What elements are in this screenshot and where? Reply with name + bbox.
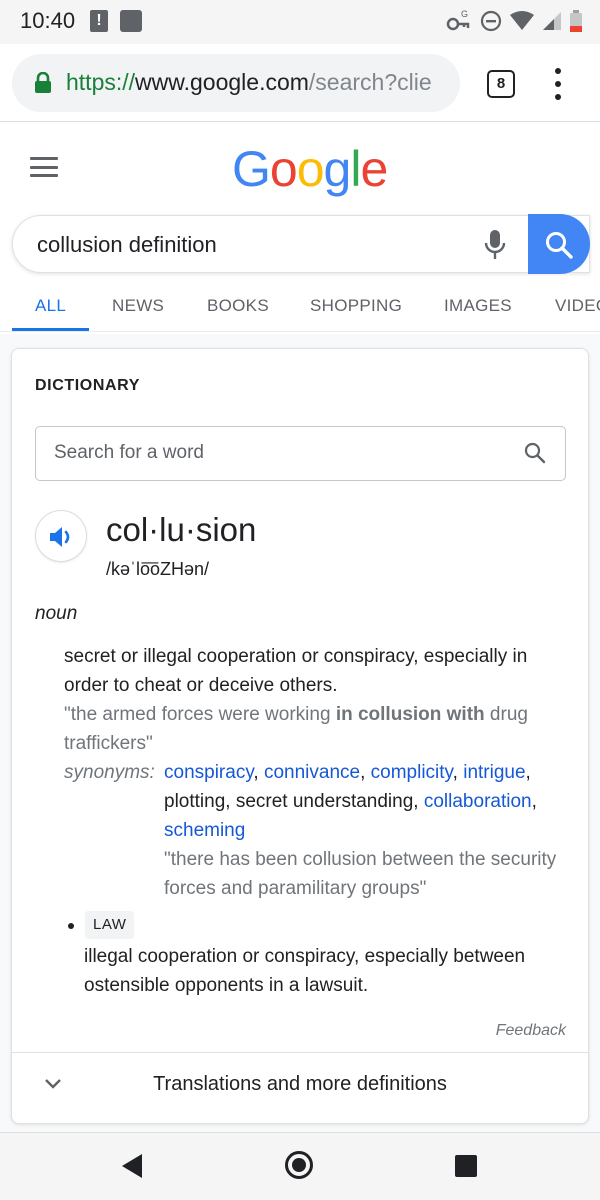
bullet — [68, 923, 74, 929]
logo-letter: l — [350, 141, 361, 197]
vpn-key-icon: G — [446, 9, 470, 31]
definition-text: secret or illegal cooperation or conspir… — [64, 646, 528, 696]
synonym[interactable]: collaboration — [424, 791, 532, 812]
svg-text:G: G — [461, 9, 468, 19]
tab-switcher-button[interactable]: 8 — [487, 70, 515, 98]
search-icon — [546, 232, 573, 259]
synonym[interactable]: complicity — [371, 762, 453, 783]
recent-apps-icon[interactable] — [455, 1155, 477, 1177]
dictionary-card: DICTIONARY Search for a word col·lu·sion… — [11, 348, 589, 1124]
phonetic-spelling: /kəˈlo͞oZHən/ — [106, 559, 210, 579]
status-icons: G — [446, 8, 582, 34]
logo-letter: o — [296, 141, 325, 197]
synonym[interactable]: conspiracy — [164, 762, 253, 783]
alert-notification-icon: ! — [90, 10, 108, 32]
status-bar: 10:40 ! G — [0, 0, 600, 44]
system-navigation-bar — [0, 1132, 600, 1200]
divider — [12, 1052, 588, 1053]
wifi-icon — [510, 11, 534, 30]
dot-icon — [555, 94, 561, 100]
logo-letter: o — [269, 141, 298, 197]
search-tabs: ALL NEWS BOOKS SHOPPING IMAGES VIDEO — [0, 290, 600, 332]
definition-text: illegal cooperation or conspiracy, espec… — [84, 946, 526, 996]
search-icon[interactable] — [523, 441, 547, 465]
browser-toolbar: https://www.google.com/search?clie 8 — [0, 44, 600, 122]
synonym[interactable]: intrigue — [463, 762, 525, 783]
back-icon[interactable] — [120, 1153, 144, 1179]
synonyms-label: synonyms: — [64, 762, 155, 783]
pronunciation-button[interactable] — [35, 510, 87, 562]
tab-news[interactable]: NEWS — [112, 296, 164, 316]
synonym: secret understanding — [235, 791, 414, 812]
synonym: plotting — [164, 791, 226, 812]
tab-all[interactable]: ALL — [35, 296, 66, 316]
synonym-usage-example: "there has been collusion between the se… — [164, 849, 557, 899]
usage-example-prefix: "the armed forces were working — [64, 704, 336, 725]
search-button[interactable] — [528, 214, 590, 274]
home-icon[interactable] — [285, 1151, 313, 1179]
feedback-link[interactable]: Feedback — [496, 1022, 566, 1040]
part-of-speech: noun — [35, 603, 78, 624]
word-search-input[interactable]: Search for a word — [35, 426, 566, 481]
dot-icon — [555, 68, 561, 74]
address-bar[interactable]: https://www.google.com/search?clie — [12, 54, 460, 112]
headword: col·lu·sion — [106, 511, 257, 548]
logo-letter: e — [360, 141, 388, 197]
microphone-icon[interactable] — [483, 229, 507, 261]
tab-shopping[interactable]: SHOPPING — [310, 296, 402, 316]
tab-books[interactable]: BOOKS — [207, 296, 269, 316]
tab-videos[interactable]: VIDEO — [555, 296, 600, 316]
tab-images[interactable]: IMAGES — [444, 296, 512, 316]
dot-icon — [555, 81, 561, 87]
chevron-down-icon[interactable] — [42, 1073, 64, 1095]
speaker-icon — [50, 527, 70, 547]
cell-signal-icon — [543, 12, 561, 30]
status-time: 10:40 — [20, 8, 76, 33]
domain-badge: LAW — [85, 911, 135, 939]
dictionary-label: DICTIONARY — [35, 377, 140, 394]
url-path: /search?clie — [308, 69, 432, 95]
usage-example: "the armed forces were working in collus… — [64, 700, 574, 758]
lock-icon — [35, 72, 51, 93]
browser-menu-button[interactable] — [548, 68, 568, 100]
search-query-text: collusion definition — [37, 232, 217, 257]
url-host: www.google.com — [135, 69, 309, 95]
search-input[interactable]: collusion definition — [12, 215, 590, 273]
usage-example-emphasis: in collusion with — [335, 704, 485, 725]
battery-icon — [570, 10, 582, 32]
do-not-disturb-icon — [480, 10, 502, 32]
word-search-placeholder: Search for a word — [54, 442, 204, 463]
url-scheme: https:// — [66, 69, 136, 95]
synonyms-list: conspiracy, connivance, complicity, intr… — [164, 762, 537, 841]
active-tab-indicator — [12, 328, 89, 331]
url-text: https://www.google.com/search?clie — [66, 69, 432, 96]
synonyms-row: synonyms: conspiracy, connivance, compli… — [64, 758, 574, 903]
search-results-page: Google collusion definition ALL NEWS BOO… — [0, 122, 600, 1132]
more-definitions-button[interactable]: Translations and more definitions — [12, 1073, 588, 1096]
logo-letter: g — [323, 141, 352, 197]
hamburger-menu-icon[interactable] — [30, 157, 58, 177]
google-logo[interactable]: Google — [232, 140, 388, 198]
synonym[interactable]: scheming — [164, 820, 245, 841]
logo-letter: G — [232, 141, 271, 197]
sense-1: secret or illegal cooperation or conspir… — [64, 642, 574, 903]
synonym[interactable]: connivance — [264, 762, 360, 783]
app-notification-icon — [120, 10, 142, 32]
